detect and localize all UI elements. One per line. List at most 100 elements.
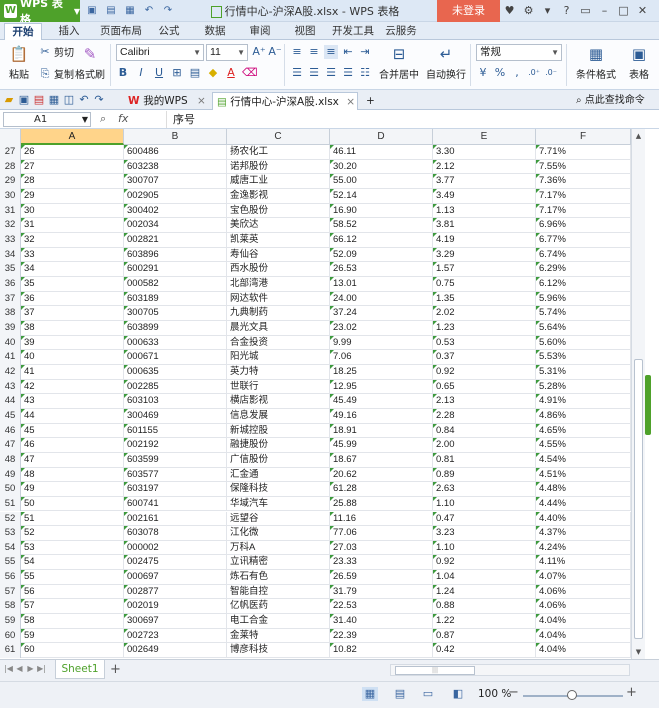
cell-price[interactable]: 13.01 [330, 276, 433, 292]
row-header[interactable]: 32 [0, 218, 21, 233]
cell-code[interactable]: 601155 [124, 423, 227, 439]
fill-color-icon[interactable]: ◆ [206, 66, 220, 80]
cell-name[interactable]: 诺邦股份 [227, 159, 330, 175]
horizontal-scrollbar[interactable]: ||| [390, 664, 630, 676]
cell-pct[interactable]: 6.77% [536, 232, 631, 248]
cell-name[interactable]: 江化微 [227, 526, 330, 541]
percent-icon[interactable]: % [493, 66, 507, 80]
cell-price[interactable]: 22.39 [330, 628, 433, 644]
align-right-icon[interactable]: ☰ [324, 66, 338, 80]
prev-sheet-icon[interactable]: ◀ [15, 664, 24, 673]
row-header[interactable]: 34 [0, 247, 21, 263]
last-sheet-icon[interactable]: ▶| [37, 664, 46, 673]
cell-index[interactable]: 32 [21, 232, 124, 248]
italic-icon[interactable]: I [134, 66, 148, 80]
row-header[interactable]: 35 [0, 262, 21, 277]
close-icon[interactable]: × [346, 96, 355, 108]
zoom-lookup-icon[interactable]: ⌕ [100, 112, 106, 126]
column-header-b[interactable]: B [124, 129, 227, 145]
cell-price[interactable]: 23.33 [330, 555, 433, 571]
row-header[interactable]: 29 [0, 174, 21, 189]
zoom-in-icon[interactable]: + [626, 685, 637, 700]
cell-index[interactable]: 41 [21, 364, 124, 380]
pdf-icon[interactable]: ▤ [32, 93, 46, 107]
new-tab-button[interactable]: + [362, 92, 378, 110]
zoom-level[interactable]: 100 % [478, 688, 511, 700]
cell-change[interactable]: 2.02 [433, 306, 536, 321]
cell-name[interactable]: 阳光城 [227, 350, 330, 365]
cell-index[interactable]: 39 [21, 335, 124, 351]
cell-code[interactable]: 300705 [124, 306, 227, 321]
wrap-right-icon[interactable]: ⇥ [358, 45, 372, 59]
cell-change[interactable]: 1.24 [433, 584, 536, 600]
cell-name[interactable]: 九典制药 [227, 306, 330, 321]
row-header[interactable]: 28 [0, 159, 21, 175]
sheet-tab-sheet1[interactable]: Sheet1 [55, 660, 105, 679]
row-header[interactable]: 39 [0, 320, 21, 336]
row-header[interactable]: 51 [0, 496, 21, 512]
vertical-scrollbar[interactable]: ▲ ▼ [631, 129, 645, 659]
cell-change[interactable]: 1.10 [433, 540, 536, 556]
cell-name[interactable]: 立讯精密 [227, 555, 330, 571]
cell-index[interactable]: 58 [21, 614, 124, 629]
cell-name[interactable]: 晨光文具 [227, 320, 330, 336]
cell-index[interactable]: 55 [21, 570, 124, 585]
cell-change[interactable]: 3.81 [433, 218, 536, 233]
cell-index[interactable]: 37 [21, 306, 124, 321]
tab-developer[interactable]: 开发工具 [330, 23, 376, 40]
tab-formulas[interactable]: 公式 [154, 23, 184, 40]
cell-pct[interactable]: 4.04% [536, 614, 631, 629]
cell-pct[interactable]: 4.48% [536, 482, 631, 497]
cell-index[interactable]: 54 [21, 555, 124, 571]
row-header[interactable]: 40 [0, 335, 21, 351]
cell-pct[interactable]: 4.06% [536, 584, 631, 600]
cell-change[interactable]: 1.13 [433, 203, 536, 219]
minimize-icon[interactable]: – [595, 0, 614, 22]
cell-change[interactable]: 1.23 [433, 320, 536, 336]
cell-index[interactable]: 29 [21, 188, 124, 204]
open-icon[interactable]: ▤ [103, 3, 119, 19]
table-style-button[interactable]: ▣ 表格 [622, 44, 656, 81]
cell-index[interactable]: 28 [21, 174, 124, 189]
cell-code[interactable]: 600291 [124, 262, 227, 277]
command-search[interactable]: ⌕ 点此查找命令 [572, 92, 658, 110]
print-icon[interactable]: ▦ [122, 3, 138, 19]
cell-change[interactable]: 2.00 [433, 438, 536, 453]
tab-view[interactable]: 视图 [290, 23, 320, 40]
cell-code[interactable]: 000633 [124, 335, 227, 351]
cell-code[interactable]: 603197 [124, 482, 227, 497]
cell-index[interactable]: 46 [21, 438, 124, 453]
cell-price[interactable]: 9.99 [330, 335, 433, 351]
cell-pct[interactable]: 5.31% [536, 364, 631, 380]
cell-pct[interactable]: 5.64% [536, 320, 631, 336]
cell-index[interactable]: 40 [21, 350, 124, 365]
row-header[interactable]: 45 [0, 408, 21, 424]
cell-price[interactable]: 26.59 [330, 570, 433, 585]
cell-code[interactable]: 002285 [124, 379, 227, 395]
cell-code[interactable]: 002475 [124, 555, 227, 571]
cell-name[interactable]: 智能自控 [227, 584, 330, 600]
cell-change[interactable]: 0.81 [433, 452, 536, 468]
row-header[interactable]: 33 [0, 232, 21, 248]
save-icon[interactable]: ▣ [17, 93, 31, 107]
help-icon[interactable]: ? [557, 0, 576, 22]
cell-code[interactable]: 600486 [124, 145, 227, 160]
row-header[interactable]: 42 [0, 364, 21, 380]
font-color-icon[interactable]: A [224, 66, 238, 80]
cell-name[interactable]: 凯莱英 [227, 232, 330, 248]
cell-index[interactable]: 48 [21, 467, 124, 483]
cell-name[interactable]: 金莱特 [227, 628, 330, 644]
cell-code[interactable]: 603599 [124, 452, 227, 468]
vertical-scroll-thumb[interactable] [634, 359, 643, 639]
cell-change[interactable]: 0.47 [433, 511, 536, 527]
fx-icon[interactable]: fx [118, 112, 128, 125]
first-sheet-icon[interactable]: |◀ [4, 664, 13, 673]
cell-name[interactable]: 远望谷 [227, 511, 330, 527]
cell-change[interactable]: 0.42 [433, 643, 536, 659]
align-top-icon[interactable]: ≡ [290, 45, 304, 59]
cell-index[interactable]: 52 [21, 526, 124, 541]
cell-change[interactable]: 2.13 [433, 394, 536, 409]
cell-pct[interactable]: 5.60% [536, 335, 631, 351]
skin-icon[interactable]: ♥ [500, 0, 519, 22]
cell-pct[interactable]: 6.12% [536, 276, 631, 292]
